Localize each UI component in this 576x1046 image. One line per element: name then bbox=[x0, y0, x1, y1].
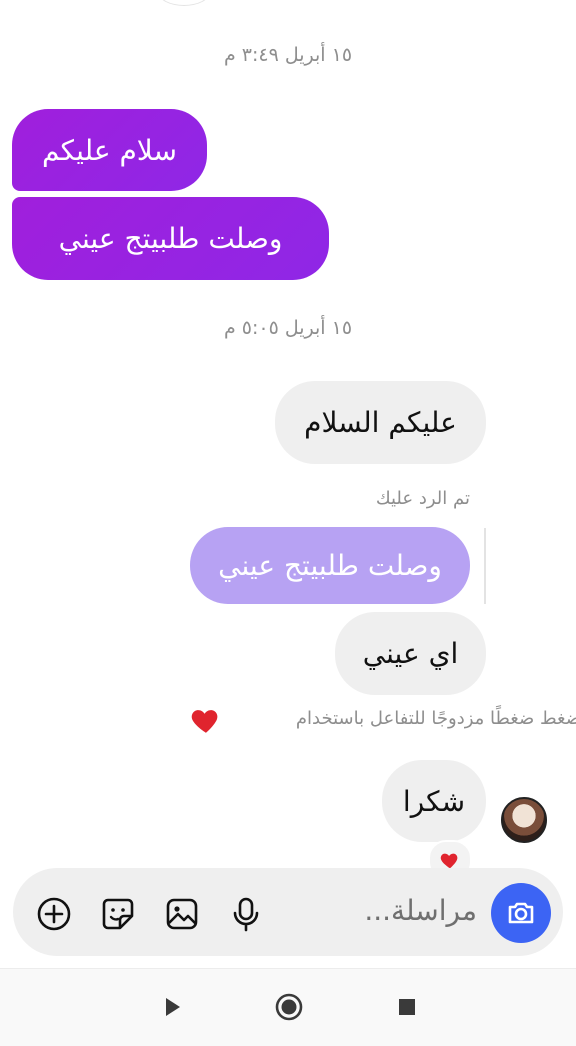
camera-button[interactable] bbox=[491, 883, 551, 943]
timestamp: ١٥ أبريل ٥:٠٥ م bbox=[223, 317, 353, 339]
message-text: وصلت طلبيتج عيني bbox=[58, 222, 283, 255]
double-tap-hint: اضغط ضغطًا مزدوجًا للتفاعل باستخدام bbox=[295, 708, 576, 729]
message-text: سلام عليكم bbox=[42, 133, 177, 167]
timestamp: ١٥ أبريل ٣:٤٩ م bbox=[223, 44, 353, 66]
home-button[interactable] bbox=[272, 990, 306, 1024]
back-button[interactable] bbox=[155, 990, 189, 1024]
system-navigation-bar bbox=[0, 968, 576, 1046]
camera-icon bbox=[508, 902, 534, 924]
message-text: عليكم السلام bbox=[304, 406, 457, 439]
message-bubble-received-1[interactable]: عليكم السلام bbox=[275, 381, 486, 464]
microphone-icon[interactable] bbox=[228, 896, 264, 932]
home-circle-icon bbox=[275, 993, 303, 1021]
message-input[interactable]: مراسلة... bbox=[364, 894, 477, 927]
plus-icon[interactable] bbox=[36, 896, 72, 932]
heart-icon bbox=[191, 710, 218, 733]
recents-square-icon bbox=[399, 999, 415, 1015]
message-bubble-sent-1[interactable]: سلام عليكم bbox=[12, 109, 207, 191]
message-composer[interactable]: مراسلة... bbox=[13, 868, 563, 956]
reply-label: تم الرد عليك bbox=[375, 488, 470, 509]
quote-indicator-line bbox=[484, 528, 486, 604]
message-bubble-received-2[interactable]: اي عيني bbox=[335, 612, 486, 695]
quoted-message-bubble[interactable]: وصلت طلبيتج عيني bbox=[190, 527, 470, 604]
message-text: شكرا bbox=[402, 784, 466, 818]
recents-button[interactable] bbox=[390, 990, 424, 1024]
sticker-icon[interactable] bbox=[100, 896, 136, 932]
quoted-text: وصلت طلبيتج عيني bbox=[218, 549, 442, 582]
message-bubble-received-3[interactable]: شكرا bbox=[382, 760, 486, 842]
gallery-icon[interactable] bbox=[164, 896, 200, 932]
back-triangle-icon bbox=[166, 998, 180, 1016]
avatar[interactable] bbox=[501, 797, 547, 843]
previous-message-stub bbox=[158, 0, 210, 6]
message-text: اي عيني bbox=[362, 637, 459, 670]
message-bubble-sent-2[interactable]: وصلت طلبيتج عيني bbox=[12, 197, 329, 280]
